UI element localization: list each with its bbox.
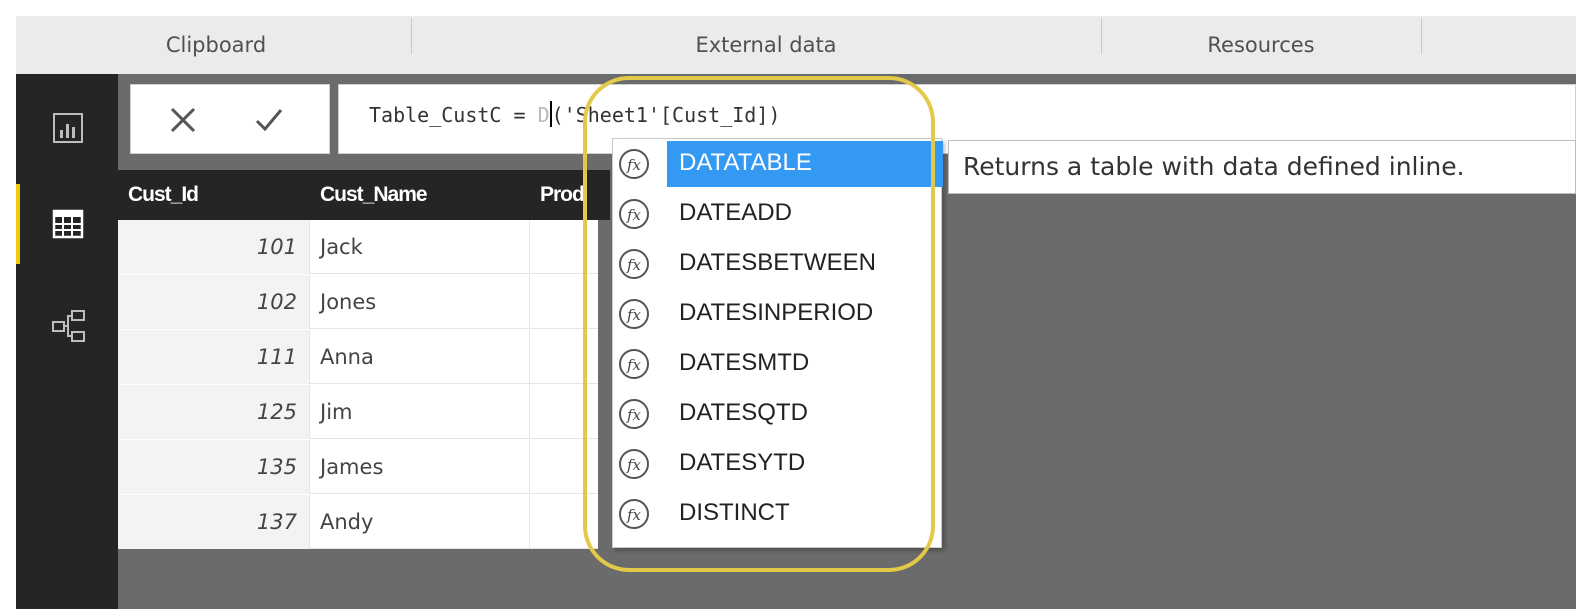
autocomplete-item-label: DISTINCT: [679, 499, 790, 526]
autocomplete-item[interactable]: fx DATESBETWEEN: [613, 239, 941, 289]
cell-cust-name[interactable]: Jim: [310, 385, 530, 439]
autocomplete-item-label: DATESYTD: [679, 449, 806, 476]
svg-text:fx: fx: [626, 256, 642, 274]
autocomplete-item-label: DATEADD: [679, 199, 792, 226]
formula-prefix: Table_CustC =: [369, 103, 538, 127]
ribbon-separator: [411, 18, 412, 54]
autocomplete-item[interactable]: fx DATESINPERIOD: [613, 289, 941, 339]
column-header-cust-name[interactable]: Cust_Name: [310, 170, 530, 220]
ribbon-group-bar: Clipboard External data Resources: [16, 16, 1576, 74]
table-row[interactable]: 135 James: [118, 440, 598, 494]
cell-cust-name[interactable]: Anna: [310, 330, 530, 384]
view-switcher-rail: [16, 74, 118, 609]
cell-cust-id[interactable]: 135: [118, 440, 310, 494]
table-row[interactable]: 137 Andy: [118, 495, 598, 549]
formula-suffix: ('Sheet1'[Cust_Id]): [551, 103, 781, 127]
autocomplete-item[interactable]: fx DISTINCT: [613, 489, 941, 539]
ribbon-group-external-data: External data: [695, 33, 837, 57]
autocomplete-item[interactable]: fx DATATABLE: [613, 139, 943, 189]
autocomplete-item-label: DATESINPERIOD: [679, 299, 874, 326]
svg-text:fx: fx: [626, 306, 642, 324]
cell-cust-name[interactable]: Jack: [310, 220, 530, 274]
table-grid-icon: [52, 209, 84, 239]
table-row[interactable]: 125 Jim: [118, 385, 598, 439]
autocomplete-item[interactable]: fx DATESYTD: [613, 439, 941, 489]
function-fx-icon: fx: [619, 349, 649, 379]
ribbon-group-resources: Resources: [1207, 33, 1315, 57]
cancel-formula-button[interactable]: [155, 93, 211, 147]
function-fx-icon: fx: [619, 449, 649, 479]
autocomplete-item[interactable]: fx DATEADD: [613, 189, 941, 239]
autocomplete-item-label: DATATABLE: [667, 141, 943, 187]
autocomplete-item-label: DATESQTD: [679, 399, 808, 426]
cell-cust-name[interactable]: Andy: [310, 495, 530, 549]
autocomplete-item[interactable]: fx DATESQTD: [613, 389, 941, 439]
column-header-cust-id[interactable]: Cust_Id: [118, 170, 310, 220]
function-fx-icon: fx: [619, 149, 649, 179]
svg-text:fx: fx: [626, 406, 642, 424]
relationships-view-button[interactable]: [16, 284, 118, 364]
table-header: Cust_Id Cust_Name Prod: [118, 170, 610, 220]
autocomplete-dropdown: fx DATATABLE fx DATEADD fx DATESBETWEEN …: [612, 138, 943, 548]
cell-cust-name[interactable]: Jones: [310, 275, 530, 329]
svg-text:fx: fx: [626, 206, 642, 224]
table-row[interactable]: 101 Jack: [118, 220, 598, 274]
commit-formula-button[interactable]: [241, 93, 297, 147]
function-description-tooltip: Returns a table with data defined inline…: [948, 140, 1576, 194]
function-fx-icon: fx: [619, 199, 649, 229]
formula-typed-char: D: [537, 103, 550, 127]
checkmark-icon: [255, 109, 283, 132]
ribbon-separator: [1421, 18, 1422, 54]
cell-cust-id[interactable]: 111: [118, 330, 310, 384]
table-body: 101 Jack 102 Jones 111 Anna 125 Jim 135 …: [118, 220, 598, 549]
svg-text:fx: fx: [626, 456, 642, 474]
svg-text:fx: fx: [626, 506, 642, 524]
cell-cust-id[interactable]: 137: [118, 495, 310, 549]
relationship-icon: [52, 310, 85, 342]
autocomplete-item[interactable]: fx DATESMTD: [613, 339, 941, 389]
close-icon: [170, 107, 196, 133]
bar-chart-icon: [53, 113, 83, 143]
autocomplete-item-label: DATESMTD: [679, 349, 810, 376]
cell-cust-id[interactable]: 125: [118, 385, 310, 439]
table-row[interactable]: 111 Anna: [118, 330, 598, 384]
column-header-prod[interactable]: Prod: [530, 170, 610, 220]
table-row[interactable]: 102 Jones: [118, 275, 598, 329]
svg-text:fx: fx: [626, 356, 642, 374]
function-fx-icon: fx: [619, 299, 649, 329]
function-fx-icon: fx: [619, 499, 649, 529]
function-fx-icon: fx: [619, 249, 649, 279]
svg-text:fx: fx: [626, 156, 642, 174]
cell-cust-id[interactable]: 102: [118, 275, 310, 329]
function-fx-icon: fx: [619, 399, 649, 429]
cell-cust-id[interactable]: 101: [118, 220, 310, 274]
formula-text: Table_CustC = D ('Sheet1'[Cust_Id]): [369, 101, 780, 127]
autocomplete-item-label: DATESBETWEEN: [679, 249, 876, 276]
formula-bar-actions: [130, 84, 330, 154]
data-view-button[interactable]: [16, 184, 118, 264]
report-view-button[interactable]: [16, 88, 118, 168]
ribbon-group-clipboard: Clipboard: [165, 33, 267, 57]
cell-cust-name[interactable]: James: [310, 440, 530, 494]
